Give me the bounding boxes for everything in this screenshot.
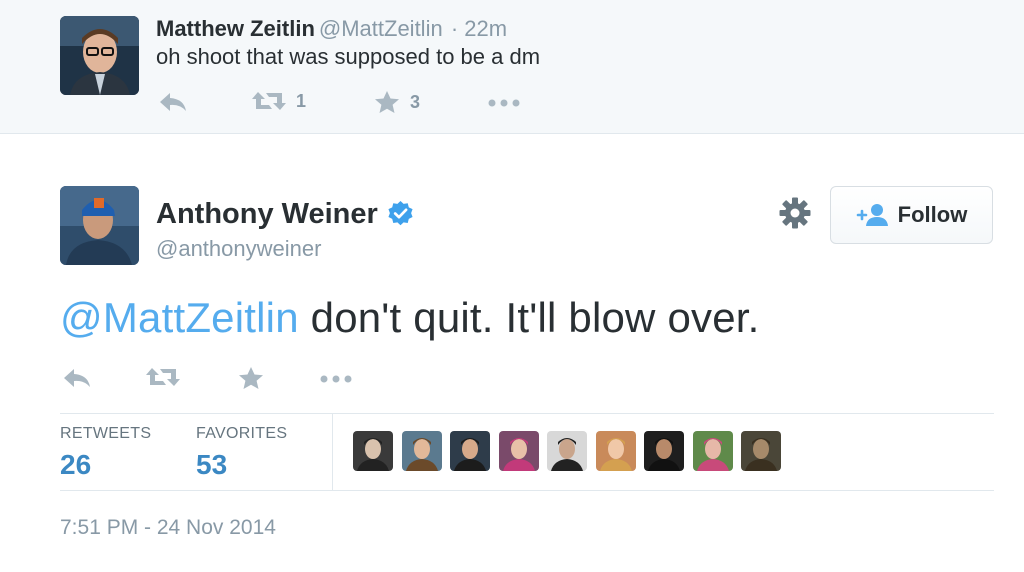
retweets-label: RETWEETS <box>60 425 152 442</box>
favoriter-avatar[interactable] <box>450 431 490 471</box>
favoriter-avatar[interactable] <box>741 431 781 471</box>
main-more-button[interactable] <box>320 366 352 390</box>
more-dots-icon <box>320 375 352 383</box>
add-user-icon <box>856 204 888 226</box>
parent-favorite-count: 3 <box>410 91 421 112</box>
favorites-stat[interactable]: FAVORITES 53 <box>196 425 287 481</box>
main-tweet-text: @MattZeitlin don't quit. It'll blow over… <box>60 294 760 342</box>
main-retweet-button[interactable] <box>146 366 180 388</box>
retweet-icon <box>252 92 286 110</box>
verified-badge-icon <box>388 200 413 226</box>
favoriter-avatar[interactable] <box>595 431 636 471</box>
favorites-count: 53 <box>196 449 228 480</box>
main-favorite-button[interactable] <box>238 366 264 390</box>
main-tweet-body: don't quit. It'll blow over. <box>298 294 760 341</box>
parent-author-name[interactable]: Matthew Zeitlin <box>156 16 315 41</box>
stats-bottom-divider <box>60 490 994 491</box>
reply-icon <box>160 93 186 111</box>
favoriter-avatar[interactable] <box>547 431 587 471</box>
favoriter-avatar[interactable] <box>644 431 684 471</box>
favoriter-avatar[interactable] <box>401 431 442 471</box>
parent-tweet[interactable]: Matthew Zeitlin @MattZeitlin · 22m oh sho… <box>0 0 1024 134</box>
main-author-handle[interactable]: @anthonyweiner <box>156 236 321 262</box>
tweet-stats: RETWEETS 26 FAVORITES 53 <box>60 413 994 491</box>
retweet-icon <box>146 368 180 386</box>
mention-link[interactable]: @MattZeitlin <box>60 294 299 341</box>
stats-separator <box>332 413 333 491</box>
favoriter-avatar[interactable] <box>692 431 733 471</box>
favoriter-avatar[interactable] <box>353 431 393 471</box>
parent-timestamp[interactable]: · 22m <box>451 16 507 41</box>
parent-author-handle[interactable]: @MattZeitlin <box>319 16 443 41</box>
retweets-stat[interactable]: RETWEETS 26 <box>60 425 151 481</box>
reply-icon <box>64 369 90 387</box>
follow-button-label: Follow <box>897 202 968 227</box>
parent-more-button[interactable] <box>488 90 520 114</box>
retweets-count: 26 <box>60 449 92 480</box>
parent-avatar[interactable] <box>60 16 139 95</box>
main-author-avatar[interactable] <box>60 186 139 265</box>
main-author-name[interactable]: Anthony Weiner <box>156 198 378 231</box>
parent-tweet-text: oh shoot that was supposed to be a dm <box>156 44 541 69</box>
parent-retweet-button[interactable]: 1 <box>252 90 306 112</box>
more-dots-icon <box>488 99 520 107</box>
parent-retweet-count: 1 <box>296 90 307 111</box>
tweet-timestamp[interactable]: 7:51 PM - 24 Nov 2014 <box>60 516 276 540</box>
favorites-label: FAVORITES <box>196 425 288 442</box>
parent-reply-button[interactable] <box>158 90 188 114</box>
parent-header: Matthew Zeitlin @MattZeitlin · 22m <box>156 16 507 42</box>
parent-favorite-button[interactable]: 3 <box>374 90 420 114</box>
main-reply-button[interactable] <box>62 366 92 390</box>
star-icon <box>239 367 263 389</box>
favoriter-avatar[interactable] <box>498 431 539 471</box>
star-icon <box>375 91 399 113</box>
gear-icon[interactable] <box>778 196 812 230</box>
favoriter-avatars <box>353 431 790 471</box>
follow-button[interactable]: Follow <box>830 186 993 244</box>
